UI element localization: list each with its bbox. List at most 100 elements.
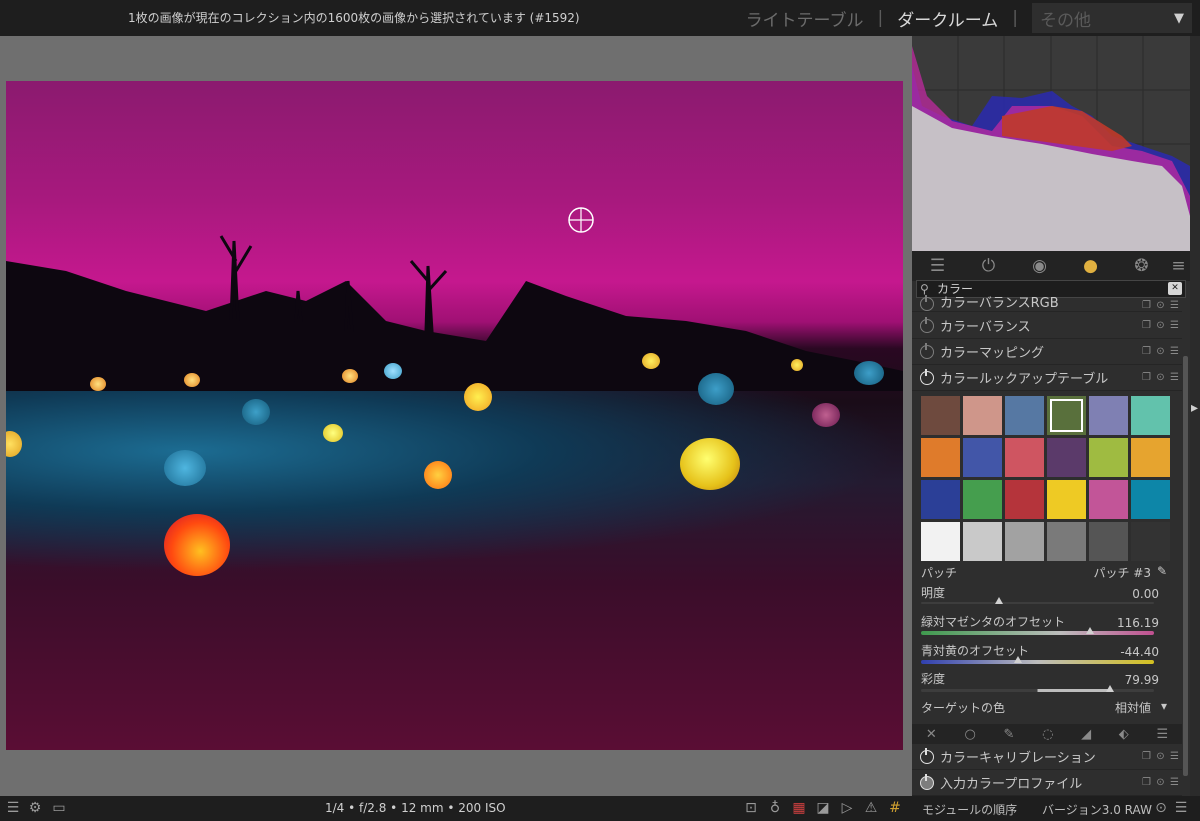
view-lighttable[interactable]: ライトテーブル [742,6,868,31]
module-color-mapping[interactable]: カラーマッピング ❐ ⊙ ☰ [912,339,1182,365]
reset-icon[interactable]: ⊙ [1154,751,1167,762]
gradient-icon[interactable]: ◢ [1081,727,1091,742]
lightness-row[interactable]: 明度 0.00 [921,584,1171,601]
color-patch-4[interactable] [1088,395,1129,436]
patterns-icon[interactable]: ⬖ [1119,727,1129,742]
color-patch-19[interactable] [962,521,1003,562]
color-picker-icon[interactable]: ✎ [1157,564,1167,578]
lightness-slider[interactable] [921,602,1154,604]
green-magenta-slider-thumb[interactable] [1086,627,1094,634]
lightness-slider-thumb[interactable] [995,597,1003,604]
color-patch-0[interactable] [920,395,961,436]
power-icon[interactable] [920,316,934,333]
power-icon[interactable] [920,773,934,790]
presets-menu-icon[interactable]: ☰ [1172,799,1190,817]
copy-icon[interactable]: ❐ [1140,372,1153,383]
color-patch-14[interactable] [1004,479,1045,520]
color-wheel-icon[interactable]: ● [1065,256,1116,276]
target-color-value[interactable]: 相対値 [1115,699,1151,716]
presets-menu-icon[interactable]: ☰ [1168,751,1181,762]
presets-menu-icon[interactable]: ☰ [1168,320,1181,331]
power-icon[interactable] [920,368,934,385]
menu-icon[interactable]: ☰ [4,799,22,817]
color-assessment-icon[interactable]: ▦ [790,799,808,817]
gamut-check-icon[interactable]: ▷ [838,799,856,817]
green-magenta-slider[interactable] [921,631,1154,635]
image-preview[interactable] [6,81,903,750]
close-icon[interactable]: ✕ [926,727,937,742]
panel-scrollbar[interactable] [1183,356,1188,776]
power-icon[interactable] [920,295,934,311]
color-patch-13[interactable] [962,479,1003,520]
saturation-slider-thumb[interactable] [1106,685,1114,692]
reset-icon[interactable]: ⊙ [1154,346,1167,357]
presets-menu-icon[interactable]: ☰ [1168,777,1181,788]
circle-shape-icon[interactable]: ○ [964,727,975,742]
expand-right-icon[interactable]: ▸ [1191,400,1198,416]
module-color-balance-rgb[interactable]: カラーバランスRGB ❐ ⊙ ☰ [912,290,1182,312]
color-patch-6[interactable] [920,437,961,478]
reset-icon[interactable]: ⊙ [1152,799,1170,817]
presets-menu-icon[interactable]: ☰ [1168,300,1181,311]
view-other-dropdown[interactable]: その他 ▼ [1032,3,1192,33]
sliders-icon[interactable]: ☰ [912,256,963,276]
reset-icon[interactable]: ⊙ [1154,777,1167,788]
color-patch-10[interactable] [1088,437,1129,478]
blue-yellow-slider-thumb[interactable] [1014,656,1022,663]
color-patch-20[interactable] [1004,521,1045,562]
color-patch-3[interactable] [1046,395,1087,436]
styles-icon[interactable]: ⚙ [26,799,44,817]
color-patch-11[interactable] [1130,437,1171,478]
copy-icon[interactable]: ❐ [1140,300,1153,311]
view-darkroom[interactable]: ダークルーム [893,6,1002,31]
patch-value[interactable]: パッチ #3 [1093,564,1151,581]
module-color-calibration[interactable]: カラーキャリブレーション ❐ ⊙ ☰ [912,744,1182,770]
technical-group-icon[interactable]: ◉ [1014,256,1065,276]
menu-icon[interactable]: ☰ [1156,727,1168,742]
module-color-balance[interactable]: カラーバランス ❐ ⊙ ☰ [912,313,1182,339]
histogram[interactable] [912,36,1190,251]
presets-menu-icon[interactable]: ☰ [1168,372,1181,383]
power-icon[interactable] [920,747,934,764]
presets-menu-icon[interactable]: ☰ [1168,346,1181,357]
display-icon[interactable]: ▭ [50,799,68,817]
reset-icon[interactable]: ⊙ [1154,372,1167,383]
blue-yellow-row[interactable]: 青対黄のオフセット -44.40 [921,642,1171,659]
copy-icon[interactable]: ❐ [1140,751,1153,762]
power-icon[interactable]: ⏻ [963,256,1014,276]
chevron-down-icon[interactable]: ▾ [1161,699,1167,713]
color-patch-16[interactable] [1088,479,1129,520]
copy-icon[interactable]: ❐ [1140,320,1153,331]
softproof-icon[interactable]: ◪ [814,799,832,817]
color-patch-12[interactable] [920,479,961,520]
menu-icon[interactable]: ≡ [1167,256,1190,276]
color-patch-23[interactable] [1130,521,1171,562]
saturation-slider[interactable] [921,689,1154,692]
color-patch-21[interactable] [1046,521,1087,562]
module-color-lut[interactable]: カラールックアップテーブル ❐ ⊙ ☰ [912,365,1182,391]
color-patch-15[interactable] [1046,479,1087,520]
focus-peaking-icon[interactable]: ⊡ [742,799,760,817]
color-patch-2[interactable] [1004,395,1045,436]
color-patch-1[interactable] [962,395,1003,436]
blue-yellow-slider[interactable] [921,660,1154,664]
copy-icon[interactable]: ❐ [1140,346,1153,357]
color-patch-22[interactable] [1088,521,1129,562]
color-patch-9[interactable] [1046,437,1087,478]
saturation-row[interactable]: 彩度 79.99 [921,670,1171,687]
target-color-row[interactable]: ターゲットの色 相対値 ▾ [921,699,1171,716]
color-patch-5[interactable] [1130,395,1171,436]
module-input-color-profile[interactable]: 入力カラープロファイル ❐ ⊙ ☰ [912,770,1182,796]
color-patch-17[interactable] [1130,479,1171,520]
copy-icon[interactable]: ❐ [1140,777,1153,788]
color-patch-18[interactable] [920,521,961,562]
path-shape-icon[interactable]: ◌ [1042,727,1053,742]
color-patch-8[interactable] [1004,437,1045,478]
brush-icon[interactable]: ✎ [1003,727,1014,742]
power-icon[interactable] [920,342,934,359]
green-magenta-row[interactable]: 緑対マゼンタのオフセット 116.19 [921,613,1171,630]
color-patch-7[interactable] [962,437,1003,478]
reset-icon[interactable]: ⊙ [1154,300,1167,311]
warning-icon[interactable]: ⚠ [862,799,880,817]
bulb-icon[interactable]: ♁ [766,799,784,817]
